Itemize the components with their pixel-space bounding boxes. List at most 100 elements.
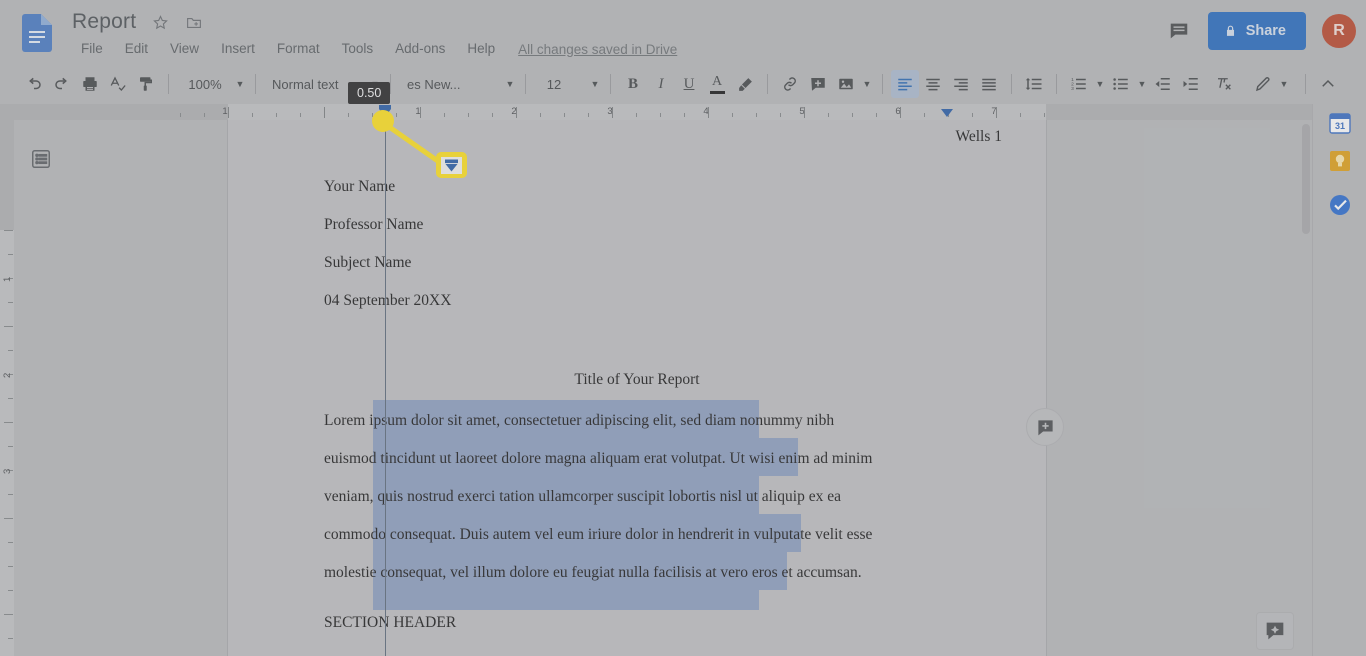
font-family-control[interactable]: es New... ▼	[399, 77, 517, 92]
insert-link-icon[interactable]	[776, 70, 804, 98]
vertical-ruler-tick	[8, 638, 13, 639]
document-outline-button[interactable]	[30, 148, 54, 172]
svg-text:31: 31	[1335, 121, 1345, 131]
share-button-label: Share	[1245, 23, 1286, 39]
menu-help[interactable]: Help	[456, 38, 506, 60]
doc-report-title: Title of Your Report	[574, 371, 700, 388]
chevron-down-icon[interactable]: ▼	[1093, 79, 1107, 89]
vertical-ruler-tick	[8, 398, 13, 399]
decrease-indent-icon[interactable]	[1149, 70, 1177, 98]
ruler-tick	[540, 113, 541, 117]
vertical-ruler-tick	[8, 302, 13, 303]
underline-icon[interactable]: U	[675, 70, 703, 98]
svg-text:3: 3	[1071, 86, 1074, 92]
menu-insert[interactable]: Insert	[210, 38, 266, 60]
spelling-check-icon[interactable]	[104, 70, 132, 98]
font-size-control[interactable]: 12 ▼	[534, 77, 602, 92]
redo-icon[interactable]	[48, 70, 76, 98]
font-size-value: 12	[546, 76, 562, 92]
explore-button[interactable]	[1256, 612, 1294, 650]
insert-image-icon[interactable]	[832, 70, 860, 98]
align-left-icon[interactable]	[891, 70, 919, 98]
highlight-color-icon[interactable]	[731, 70, 759, 98]
chevron-down-icon[interactable]: ▼	[1277, 79, 1291, 89]
ruler-tick	[708, 107, 709, 118]
add-comment-button[interactable]	[1026, 408, 1064, 446]
comment-history-icon[interactable]	[1166, 18, 1192, 44]
document-page[interactable]: Wells 1 Your Name Professor Name Subject…	[228, 120, 1046, 656]
save-status-label[interactable]: All changes saved in Drive	[518, 42, 677, 57]
vertical-ruler-tick	[4, 326, 13, 327]
ruler-content-track[interactable]	[228, 104, 1046, 120]
ruler-tick	[516, 107, 517, 118]
align-center-icon[interactable]	[919, 70, 947, 98]
vertical-ruler[interactable]: 1 2 3	[0, 120, 14, 656]
bold-icon[interactable]: B	[619, 70, 647, 98]
editing-mode-control[interactable]: ▼	[1249, 70, 1291, 98]
chevron-down-icon[interactable]: ▼	[503, 79, 517, 89]
clear-formatting-icon[interactable]	[1210, 70, 1238, 98]
move-to-folder-icon[interactable]	[184, 12, 204, 32]
vertical-ruler-band	[0, 230, 14, 656]
ruler-tick	[348, 113, 349, 117]
star-icon[interactable]	[150, 12, 170, 32]
document-canvas[interactable]: Wells 1 Your Name Professor Name Subject…	[14, 120, 1366, 656]
menu-bar: File Edit View Insert Format Tools Add-o…	[70, 38, 677, 60]
chevron-down-icon[interactable]: ▼	[233, 79, 247, 89]
zoom-control[interactable]: 100% ▼	[177, 77, 247, 92]
vertical-ruler-tick	[4, 422, 13, 423]
menu-file[interactable]: File	[70, 38, 114, 60]
formatting-toolbar: 100% ▼ Normal text ▼ es New... ▼ 12 ▼ B …	[0, 64, 1366, 104]
google-tasks-icon[interactable]	[1327, 192, 1353, 218]
google-keep-icon[interactable]	[1327, 148, 1353, 174]
menu-tools[interactable]: Tools	[331, 38, 385, 60]
document-title[interactable]: Report	[72, 10, 136, 34]
vertical-ruler-tick	[4, 518, 13, 519]
increase-indent-icon[interactable]	[1177, 70, 1205, 98]
doc-body-line: veniam, quis nostrud exerci tation ullam…	[324, 488, 841, 505]
share-button[interactable]: Share	[1207, 12, 1306, 50]
menu-add-ons[interactable]: Add-ons	[384, 38, 456, 60]
ruler-left-margin[interactable]	[0, 104, 228, 120]
ruler-tick	[780, 113, 781, 117]
bulleted-list-icon[interactable]	[1107, 70, 1135, 98]
top-bar: Report File Edit View Insert Format Tool…	[0, 0, 1366, 64]
toolbar-divider	[1305, 74, 1306, 94]
chevron-down-icon[interactable]: ▼	[860, 79, 874, 89]
menu-view[interactable]: View	[159, 38, 210, 60]
ruler-number: 1	[222, 106, 228, 117]
toolbar-divider	[525, 74, 526, 94]
text-color-icon[interactable]: A	[703, 70, 731, 98]
print-icon[interactable]	[76, 70, 104, 98]
italic-icon[interactable]: I	[647, 70, 675, 98]
doc-body-line: euismod tincidunt ut laoreet dolore magn…	[324, 450, 873, 467]
editing-mode-icon[interactable]	[1249, 70, 1277, 98]
align-right-icon[interactable]	[947, 70, 975, 98]
ruler-tick	[732, 113, 733, 117]
insert-image-control[interactable]: ▼	[832, 70, 874, 98]
horizontal-ruler[interactable]: 1 1 2 3 4 5 6 7	[0, 104, 1366, 120]
avatar[interactable]: R	[1322, 14, 1356, 48]
vertical-ruler-tick	[8, 446, 13, 447]
align-justify-icon[interactable]	[975, 70, 1003, 98]
ruler-tick	[876, 113, 877, 117]
line-spacing-icon[interactable]	[1020, 70, 1048, 98]
chevron-down-icon[interactable]: ▼	[588, 79, 602, 89]
right-indent-marker[interactable]	[940, 108, 954, 118]
hide-menus-icon[interactable]	[1314, 70, 1342, 98]
add-comment-icon[interactable]	[804, 70, 832, 98]
vertical-ruler-tick	[8, 254, 13, 255]
undo-icon[interactable]	[20, 70, 48, 98]
lock-icon	[1226, 25, 1234, 36]
menu-edit[interactable]: Edit	[114, 38, 159, 60]
chevron-down-icon[interactable]: ▼	[1135, 79, 1149, 89]
menu-format[interactable]: Format	[266, 38, 331, 60]
vertical-scrollbar-thumb[interactable]	[1302, 124, 1310, 234]
google-calendar-icon[interactable]: 31	[1327, 110, 1353, 136]
paint-format-icon[interactable]	[132, 70, 160, 98]
bulleted-list-control[interactable]: ▼	[1107, 70, 1149, 98]
ruler-tick	[492, 113, 493, 117]
selection-highlight	[373, 590, 759, 610]
numbered-list-icon[interactable]: 123	[1065, 70, 1093, 98]
numbered-list-control[interactable]: 123 ▼	[1065, 70, 1107, 98]
